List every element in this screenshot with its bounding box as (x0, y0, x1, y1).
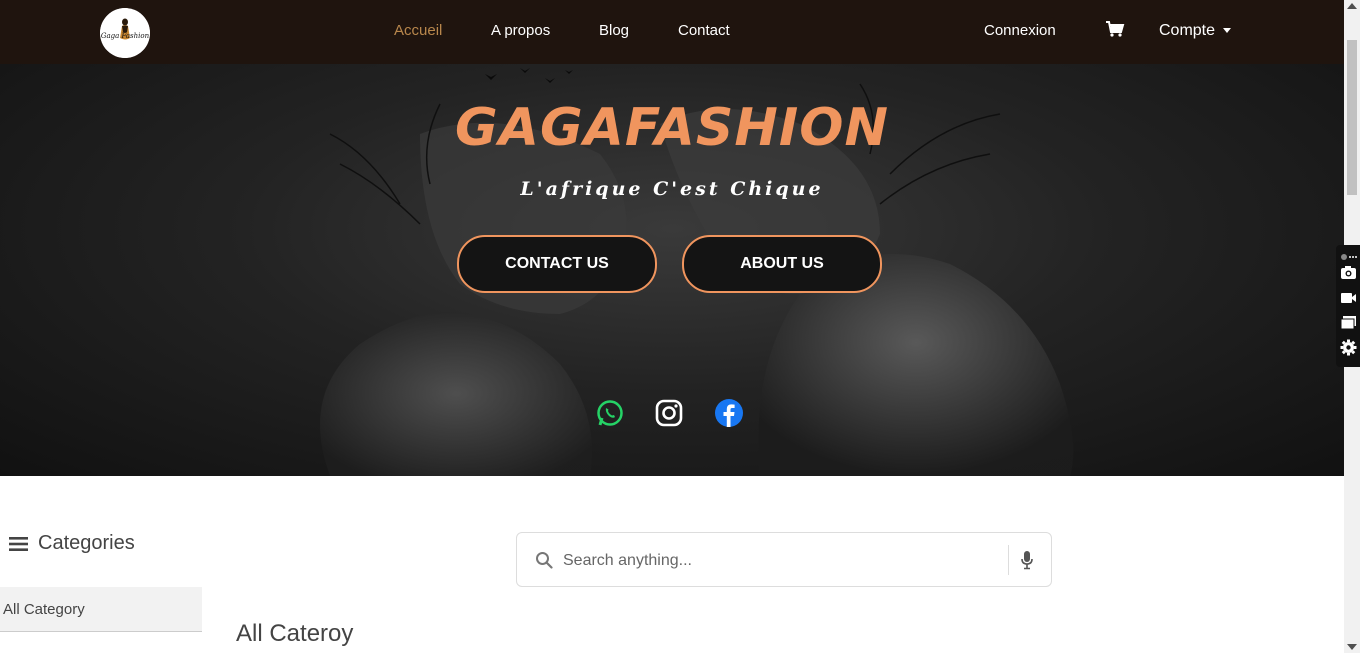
hamburger-menu-icon (9, 536, 28, 551)
top-navbar: Gaga Fashion Accueil A propos Blog Conta… (0, 0, 1344, 64)
cart-icon[interactable] (1105, 20, 1125, 40)
login-link[interactable]: Connexion (984, 22, 1056, 39)
contact-us-button[interactable]: CONTACT US (457, 235, 657, 293)
nav-link-blog[interactable]: Blog (599, 22, 629, 39)
hero-banner: GAGAFASHION L'afrique C'est Chique CONTA… (0, 64, 1344, 476)
categories-label: Categories (38, 532, 135, 554)
search-input[interactable] (561, 545, 1005, 577)
section-title: All Cateroy (236, 620, 354, 647)
categories-heading[interactable]: Categories (9, 532, 135, 555)
scrollbar-thumb[interactable] (1347, 40, 1357, 195)
chevron-down-icon (1223, 28, 1232, 34)
window-capture-icon[interactable] (1340, 314, 1357, 331)
instagram-icon[interactable] (654, 398, 684, 428)
camera-icon[interactable] (1340, 264, 1357, 281)
facebook-icon[interactable] (714, 398, 744, 428)
nav-link-contact[interactable]: Contact (678, 22, 730, 39)
about-us-button[interactable]: ABOUT US (682, 235, 882, 293)
brand-logo[interactable]: Gaga Fashion (100, 8, 150, 58)
logo-wordmark: Gaga Fashion (101, 32, 150, 40)
account-label: Compte (1159, 22, 1216, 39)
search-bar (516, 532, 1052, 587)
microphone-icon[interactable] (1020, 550, 1034, 570)
settings-gear-icon[interactable] (1340, 339, 1357, 356)
account-dropdown[interactable]: Compte (1159, 22, 1232, 40)
video-camera-icon[interactable] (1340, 289, 1357, 306)
screen-capture-toolbar (1336, 245, 1360, 367)
nav-link-accueil[interactable]: Accueil (394, 22, 442, 39)
scroll-down-arrow-icon[interactable] (1347, 644, 1357, 650)
more-dots-icon[interactable] (1340, 249, 1357, 260)
nav-link-a-propos[interactable]: A propos (491, 22, 550, 39)
sidebar-item-all-category[interactable]: All Category (0, 587, 202, 632)
whatsapp-icon[interactable] (595, 398, 625, 428)
scroll-up-arrow-icon[interactable] (1347, 3, 1357, 9)
search-divider (1008, 545, 1009, 575)
hero-title: GAGAFASHION (455, 98, 889, 158)
hero-subtitle: L'afrique C'est Chique (520, 178, 824, 200)
search-icon (536, 552, 553, 569)
